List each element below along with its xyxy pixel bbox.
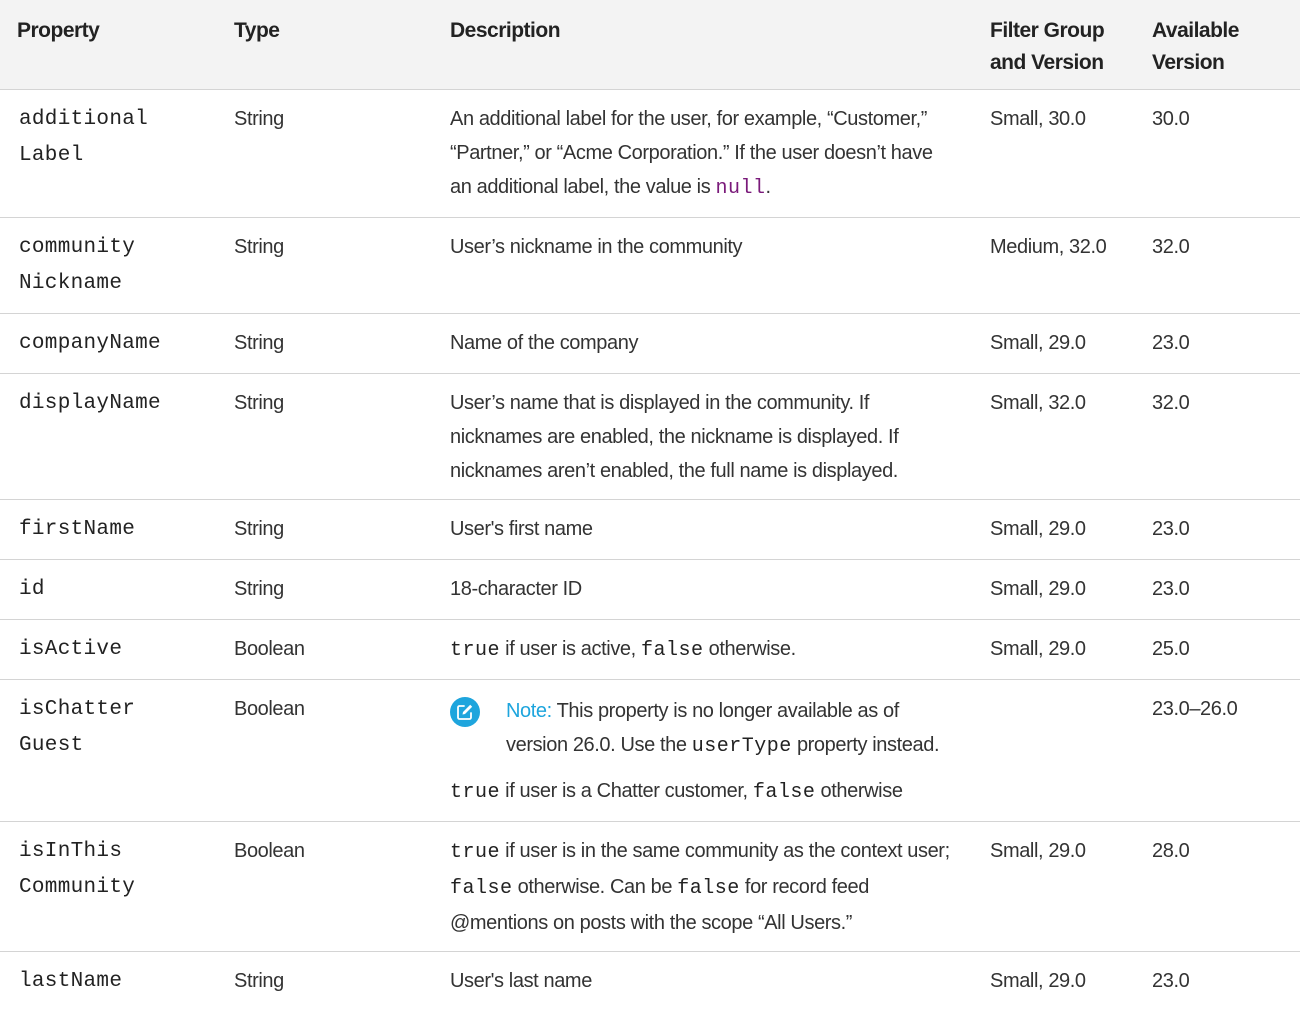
description-text-mid: otherwise. Can be: [513, 876, 678, 898]
false-code-2: false: [677, 877, 740, 900]
header-type: Type: [217, 0, 433, 90]
property-name: additional Label: [19, 108, 148, 167]
version-cell: 23.0–26.0: [1135, 680, 1300, 822]
table-row: firstName String User's first name Small…: [0, 500, 1300, 560]
description-cell: true if user is active, false otherwise.: [433, 620, 973, 680]
note-body: Note: This property is no longer availab…: [506, 694, 959, 764]
properties-table: Property Type Description Filter Group a…: [0, 0, 1300, 1011]
header-property: Property: [0, 0, 217, 90]
version-cell: 28.0: [1135, 822, 1300, 952]
header-description: Description: [433, 0, 973, 90]
version-cell: 23.0: [1135, 314, 1300, 374]
property-cell: id: [0, 560, 217, 620]
table-row: isInThis Community Boolean true if user …: [0, 822, 1300, 952]
filter-group-cell: Small, 29.0: [973, 952, 1135, 1011]
true-code: true: [450, 841, 500, 864]
false-code: false: [450, 877, 513, 900]
type-cell: String: [217, 952, 433, 1011]
filter-group-cell: Medium, 32.0: [973, 218, 1135, 314]
property-cell: firstName: [0, 500, 217, 560]
property-name: community Nickname: [19, 236, 135, 295]
version-cell: 23.0: [1135, 560, 1300, 620]
property-cell: isActive: [0, 620, 217, 680]
version-cell: 25.0: [1135, 620, 1300, 680]
filter-group-cell: [973, 680, 1135, 822]
usertype-code: userType: [692, 735, 792, 758]
property-name: isChatter Guest: [19, 698, 135, 757]
description-cell: User's last name: [433, 952, 973, 1011]
type-cell: String: [217, 500, 433, 560]
description-text-block: true if user is a Chatter customer, fals…: [450, 774, 959, 810]
edit-pencil-icon: [450, 697, 480, 727]
description-cell: User’s name that is displayed in the com…: [433, 374, 973, 500]
type-cell: String: [217, 218, 433, 314]
description-cell: 18-character ID: [433, 560, 973, 620]
filter-group-cell: Small, 29.0: [973, 314, 1135, 374]
note-callout: Note: This property is no longer availab…: [450, 694, 959, 764]
type-cell: String: [217, 314, 433, 374]
false-code: false: [641, 639, 704, 662]
table-row: isChatter Guest Boolean Note: This prope…: [0, 680, 1300, 822]
description-cell: An additional label for the user, for ex…: [433, 90, 973, 218]
description-cell: Name of the company: [433, 314, 973, 374]
description-cell: User’s nickname in the community: [433, 218, 973, 314]
description-cell: User's first name: [433, 500, 973, 560]
table-body: additional Label String An additional la…: [0, 90, 1300, 1011]
true-code: true: [450, 781, 500, 804]
property-cell: isInThis Community: [0, 822, 217, 952]
version-cell: 30.0: [1135, 90, 1300, 218]
note-label: Note:: [506, 700, 552, 722]
description-text: if user is active,: [500, 638, 641, 660]
table-row: companyName String Name of the company S…: [0, 314, 1300, 374]
type-cell: String: [217, 90, 433, 218]
property-cell: companyName: [0, 314, 217, 374]
table-row: lastName String User's last name Small, …: [0, 952, 1300, 1011]
table-row: isActive Boolean true if user is active,…: [0, 620, 1300, 680]
description-text-end: otherwise.: [703, 638, 795, 660]
filter-group-cell: Small, 32.0: [973, 374, 1135, 500]
type-cell: String: [217, 374, 433, 500]
type-cell: Boolean: [217, 822, 433, 952]
version-cell: 23.0: [1135, 500, 1300, 560]
header-filter-group: Filter Group and Version: [973, 0, 1135, 90]
null-code: null: [716, 177, 766, 200]
note-text-end: property instead.: [792, 734, 939, 756]
description-text: if user is in the same community as the …: [500, 840, 950, 862]
type-cell: Boolean: [217, 680, 433, 822]
property-cell: displayName: [0, 374, 217, 500]
true-code: true: [450, 639, 500, 662]
table-header: Property Type Description Filter Group a…: [0, 0, 1300, 90]
type-cell: Boolean: [217, 620, 433, 680]
table-row: displayName String User’s name that is d…: [0, 374, 1300, 500]
property-cell: community Nickname: [0, 218, 217, 314]
header-available-version: Available Version: [1135, 0, 1300, 90]
property-cell: isChatter Guest: [0, 680, 217, 822]
table-row: additional Label String An additional la…: [0, 90, 1300, 218]
property-cell: additional Label: [0, 90, 217, 218]
description-text: if user is a Chatter customer,: [500, 780, 753, 802]
type-cell: String: [217, 560, 433, 620]
false-code: false: [753, 781, 816, 804]
version-cell: 32.0: [1135, 374, 1300, 500]
filter-group-cell: Small, 30.0: [973, 90, 1135, 218]
property-cell: lastName: [0, 952, 217, 1011]
description-text-end: otherwise: [815, 780, 902, 802]
table-row: id String 18-character ID Small, 29.0 23…: [0, 560, 1300, 620]
filter-group-cell: Small, 29.0: [973, 620, 1135, 680]
description-text-end: .: [766, 176, 771, 198]
version-cell: 23.0: [1135, 952, 1300, 1011]
description-text: An additional label for the user, for ex…: [450, 108, 933, 198]
filter-group-cell: Small, 29.0: [973, 822, 1135, 952]
property-name: isInThis Community: [19, 840, 135, 899]
header-row: Property Type Description Filter Group a…: [0, 0, 1300, 90]
table-row: community Nickname String User’s nicknam…: [0, 218, 1300, 314]
description-cell: Note: This property is no longer availab…: [433, 680, 973, 822]
filter-group-cell: Small, 29.0: [973, 560, 1135, 620]
description-cell: true if user is in the same community as…: [433, 822, 973, 952]
version-cell: 32.0: [1135, 218, 1300, 314]
filter-group-cell: Small, 29.0: [973, 500, 1135, 560]
